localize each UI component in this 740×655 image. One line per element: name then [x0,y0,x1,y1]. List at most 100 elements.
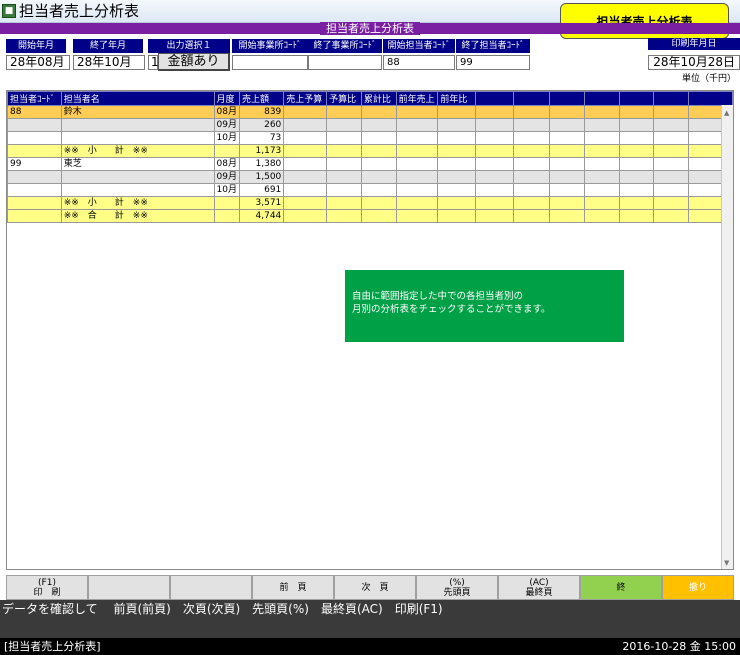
table-cell [513,144,550,158]
table-cell: 4,744 [238,209,285,223]
table-row[interactable]: 88 鈴木 08月 839 [7,105,734,119]
table-row[interactable]: ※※ 合 計 ※※ 4,744 [7,209,734,223]
table-cell [548,196,586,210]
table-cell [513,157,550,171]
table-cell [653,183,689,197]
table-cell [283,118,328,132]
table-cell [283,131,328,145]
table-cell [584,209,620,223]
table-cell [475,183,515,197]
amount-toggle-button[interactable]: 金額あり [158,53,230,71]
table-cell [7,131,62,145]
end-staff-field[interactable]: 99 [456,55,530,70]
table-cell [60,118,215,132]
table-cell [326,131,362,145]
table-cell [60,131,215,145]
table-cell [513,209,550,223]
start-office-field[interactable] [232,55,308,70]
table-cell [360,170,397,184]
table-cell [360,196,397,210]
function-key-label: 撤り [688,582,707,593]
unit-label: 単位（千円） [681,74,736,84]
status-bar: [担当者売上分析表] 2016-10-28 金 15:00 [0,638,740,655]
end-office-field[interactable] [308,55,382,70]
table-row[interactable]: 09月 1,500 [7,170,734,184]
print-date-field[interactable]: 28年10月28日 [648,55,740,70]
note-line: 自由に範囲指定した中での各担当者別の [352,291,524,302]
table-cell [584,196,620,210]
table-row[interactable]: ※※ 小 計 ※※ 1,173 [7,144,734,158]
table-cell [395,183,439,197]
table-cell [283,183,328,197]
function-key-4[interactable]: 前 頁 [252,575,334,600]
table-cell [283,157,328,171]
table-row[interactable]: 09月 260 [7,118,734,132]
column-header [653,91,689,106]
table-cell [584,157,620,171]
start-month-field[interactable]: 28年08月 [6,55,70,70]
function-key-code: (AC) [529,577,549,588]
table-cell [395,196,439,210]
table-cell [326,118,362,132]
function-key-3[interactable] [170,575,252,600]
table-cell [283,105,328,119]
table-cell [213,209,240,223]
table-cell [513,105,550,119]
table-cell [437,170,477,184]
table-row[interactable]: 10月 691 [7,183,734,197]
message-bar: データを確認して 前頁(前頁) 次頁(次頁) 先頭頁(%) 最終頁(AC) 印刷… [0,600,740,638]
table-cell [213,144,240,158]
end-month-field[interactable]: 28年10月 [73,55,145,70]
function-key-6[interactable]: (%) 先頭頁 [416,575,498,600]
table-cell [283,196,328,210]
start-staff-field[interactable]: 88 [383,55,455,70]
function-key-7[interactable]: (AC) 最終頁 [498,575,580,600]
table-body: 88 鈴木 08月 839 09月 260 10月 73 ※※ 小 計 ※※ 1,173 99 東芝 0… [7,105,734,223]
function-key-bar: (F1) 印 刷 前 頁次 頁 (%) 先頭頁 (AC) 最終頁終 撤り [6,575,734,600]
output-select-field[interactable]: 1 [148,55,159,70]
table-cell: ※※ 小 計 ※※ [60,196,215,210]
scroll-down-icon[interactable]: ▼ [724,559,729,567]
function-key-8[interactable]: 終 [580,575,662,600]
table-cell: 88 [7,105,62,119]
table-cell [395,131,439,145]
table-cell [618,105,655,119]
column-header [548,91,586,106]
table-cell [326,209,362,223]
function-key-5[interactable]: 次 頁 [334,575,416,600]
table-cell [653,170,689,184]
table-cell [618,144,655,158]
table-row[interactable]: ※※ 小 計 ※※ 3,571 [7,196,734,210]
label-end-office: 終了事業所ｺｰﾄﾞ [308,39,382,53]
table-cell [513,131,550,145]
table-cell [360,131,397,145]
annotation-note: 自由に範囲指定した中での各担当者別の 月別の分析表をチェックすることができます。 [345,270,624,342]
vertical-scrollbar[interactable]: ▲ ▼ [721,105,733,569]
table-cell [584,183,620,197]
column-header: 売上額 [238,91,285,106]
status-datetime: 2016-10-28 金 15:00 [622,640,736,653]
table-cell [475,209,515,223]
column-header: 累計比 [360,91,397,106]
table-cell [548,144,586,158]
table-cell [513,170,550,184]
table-cell [60,183,215,197]
table-cell [283,144,328,158]
scroll-up-icon[interactable]: ▲ [724,109,729,117]
table-cell [548,105,586,119]
table-cell: 09月 [213,170,240,184]
label-start-office: 開始事業所ｺｰﾄﾞ [232,39,308,53]
function-key-2[interactable] [88,575,170,600]
table-cell [395,170,439,184]
table-cell: 839 [238,105,285,119]
table-cell [283,209,328,223]
table-row[interactable]: 10月 73 [7,131,734,145]
function-key-1[interactable]: (F1) 印 刷 [6,575,88,600]
table-cell: 73 [238,131,285,145]
function-key-9[interactable]: 撤り [662,575,734,600]
table-cell: 08月 [213,157,240,171]
table-cell: 10月 [213,131,240,145]
label-output-select: 出力選択１ [148,39,230,53]
table-cell [360,118,397,132]
table-row[interactable]: 99 東芝 08月 1,380 [7,157,734,171]
